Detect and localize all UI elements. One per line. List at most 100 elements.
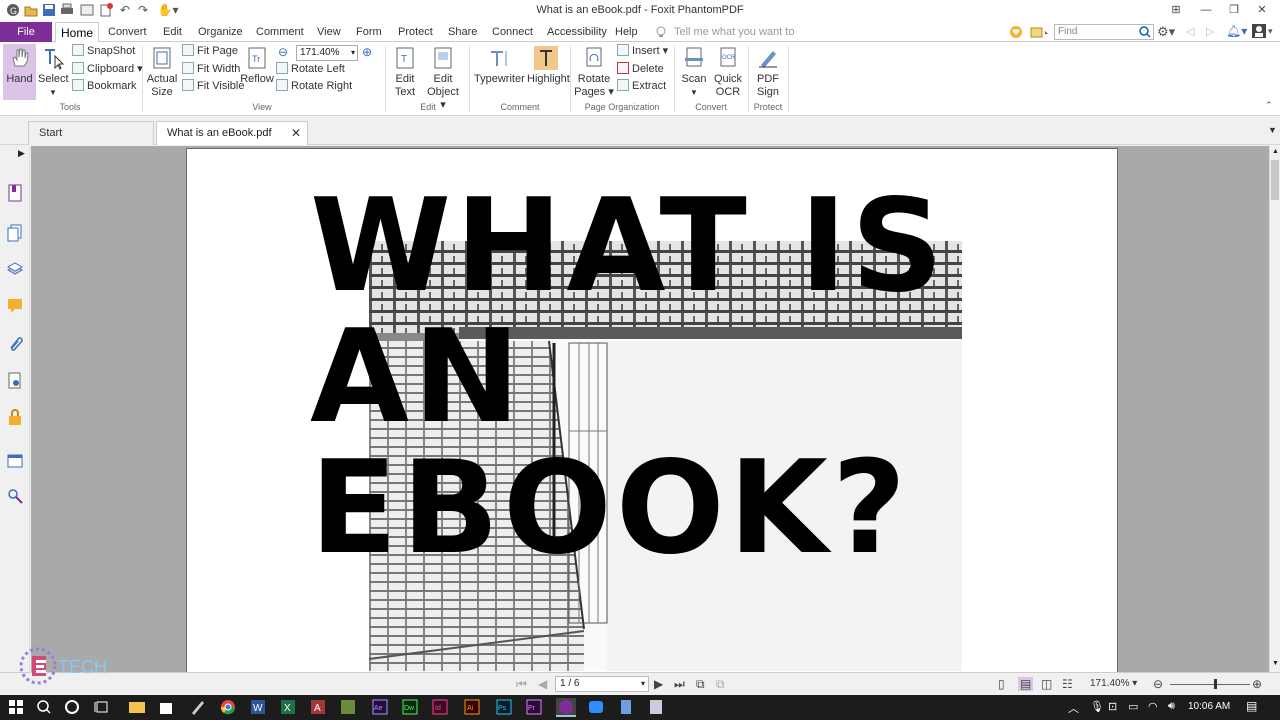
content-panel-icon[interactable]: [7, 452, 23, 470]
zoom-slider-thumb[interactable]: [1214, 679, 1217, 689]
fit-visible-button[interactable]: Fit Visible: [182, 78, 244, 95]
rotate-left-button[interactable]: Rotate Left: [276, 61, 345, 78]
access-icon[interactable]: A: [310, 698, 330, 717]
layers-panel-icon[interactable]: [6, 260, 24, 278]
task-view-icon[interactable]: [94, 698, 114, 717]
tab-file[interactable]: File: [0, 22, 52, 42]
premiere-icon[interactable]: Pr: [526, 698, 546, 717]
highlight-button[interactable]: Highlight: [527, 44, 570, 86]
previous-view-icon[interactable]: ⧉: [696, 677, 705, 692]
ribbon-toggle-icon[interactable]: ⊞: [1162, 2, 1190, 18]
tab-accessibility[interactable]: Accessibility: [547, 22, 607, 42]
after-effects-icon[interactable]: Ae: [372, 698, 392, 717]
zoom-meetings-icon[interactable]: [588, 698, 608, 717]
zoom-select[interactable]: 171.40% ▾: [296, 45, 358, 61]
tell-me-search[interactable]: Tell me what you want to: [674, 22, 794, 42]
status-zoom-in-icon[interactable]: ⊕: [1252, 677, 1262, 691]
insert-button[interactable]: Insert ▾: [617, 43, 668, 60]
snapshot-button[interactable]: SnapShot: [72, 43, 135, 60]
scan-button[interactable]: Scan ▼: [679, 44, 709, 99]
vertical-scrollbar[interactable]: ▲ ▼: [1269, 146, 1280, 672]
close-button[interactable]: ✕: [1248, 2, 1276, 18]
rotate-pages-button[interactable]: Rotate Pages ▾: [574, 44, 614, 99]
reflow-button[interactable]: Tr Reflow: [240, 44, 274, 86]
delete-button[interactable]: Delete: [617, 61, 664, 78]
quick-ocr-button[interactable]: OCR Quick OCR: [713, 44, 743, 99]
select-tool-button[interactable]: Select ▼: [38, 44, 69, 99]
pen-app-icon[interactable]: [190, 698, 210, 717]
tray-overflow-icon[interactable]: ︿: [1068, 700, 1079, 716]
continuous-facing-view-icon[interactable]: ☷: [1062, 677, 1073, 691]
search-folder-icon[interactable]: [1030, 25, 1050, 42]
last-page-icon[interactable]: ⏭: [674, 677, 685, 692]
tab-form[interactable]: Form: [356, 22, 382, 42]
document-app-icon[interactable]: [618, 698, 638, 717]
fit-page-button[interactable]: Fit Page: [182, 43, 238, 60]
tab-current-document[interactable]: What is an eBook.pdf ✕: [156, 121, 308, 145]
next-view-icon[interactable]: ⧉: [716, 677, 725, 692]
chrome-icon[interactable]: [220, 698, 240, 717]
account-icon[interactable]: [1252, 24, 1266, 41]
next-result-icon[interactable]: ▷: [1206, 25, 1214, 38]
action-center-icon[interactable]: ▤: [1246, 699, 1257, 713]
zoom-out-icon[interactable]: ⊖: [278, 45, 288, 59]
signatures-panel-icon[interactable]: [7, 372, 23, 390]
search-icon[interactable]: [1139, 26, 1151, 41]
prev-result-icon[interactable]: ◁: [1186, 25, 1194, 38]
network-icon[interactable]: ⊡: [1108, 700, 1117, 713]
page-number-input[interactable]: 1 / 6 ▾: [555, 676, 649, 692]
cortana-icon[interactable]: [64, 698, 84, 717]
tab-edit[interactable]: Edit: [163, 22, 182, 42]
tab-share[interactable]: Share: [448, 22, 477, 42]
notification-bell-icon[interactable]: 🔔︎▾: [1226, 24, 1247, 38]
next-page-icon[interactable]: ▶: [654, 677, 663, 691]
heart-icon[interactable]: [1009, 25, 1023, 42]
fit-width-button[interactable]: Fit Width: [182, 61, 240, 78]
tab-help[interactable]: Help: [615, 22, 638, 42]
volume-icon[interactable]: 🔊︎: [1168, 700, 1175, 713]
bookmarks-panel-icon[interactable]: [7, 184, 23, 202]
clipboard-button[interactable]: Clipboard ▾: [72, 61, 143, 78]
restore-button[interactable]: ❐: [1220, 2, 1248, 18]
comments-panel-icon[interactable]: [7, 296, 23, 314]
taskbar-clock[interactable]: 10:06 AM: [1188, 701, 1230, 712]
scrollbar-thumb[interactable]: [1271, 160, 1279, 200]
typewriter-button[interactable]: Typewriter: [474, 44, 525, 86]
security-lock-icon[interactable]: [7, 408, 23, 426]
indesign-icon[interactable]: Id: [432, 698, 452, 717]
start-windows-icon[interactable]: [8, 698, 28, 717]
expand-panel-icon[interactable]: ▶: [18, 148, 25, 159]
tab-convert[interactable]: Convert: [108, 22, 147, 42]
tab-organize[interactable]: Organize: [198, 22, 243, 42]
dreamweaver-icon[interactable]: Dw: [402, 698, 422, 717]
microphone-icon[interactable]: 🎙︎: [1090, 700, 1104, 713]
collapse-ribbon-icon[interactable]: ⌃: [1265, 100, 1273, 111]
tab-comment[interactable]: Comment: [256, 22, 304, 42]
wifi-icon[interactable]: ◠: [1148, 700, 1158, 713]
tab-home[interactable]: Home: [55, 22, 99, 43]
zoom-slider[interactable]: [1170, 684, 1250, 685]
tab-start-page[interactable]: Start: [28, 121, 154, 145]
more-menu-icon[interactable]: ▾: [1268, 26, 1273, 37]
tab-view[interactable]: View: [317, 22, 341, 42]
prev-page-icon[interactable]: ◀: [538, 677, 547, 691]
facing-view-icon[interactable]: ◫: [1041, 677, 1052, 691]
photoshop-icon[interactable]: Ps: [496, 698, 516, 717]
zoom-level[interactable]: 171.40% ▾: [1090, 678, 1137, 689]
hand-tool-button[interactable]: Hand: [3, 44, 36, 100]
first-page-icon[interactable]: ⏮: [516, 677, 527, 692]
tab-list-icon[interactable]: ▼: [1268, 125, 1277, 135]
photo-app-icon[interactable]: [340, 698, 360, 717]
attachments-panel-icon[interactable]: [7, 334, 23, 352]
word-icon[interactable]: W: [250, 698, 270, 717]
bookmark-button[interactable]: Bookmark: [72, 78, 137, 95]
tab-protect[interactable]: Protect: [398, 22, 433, 42]
tags-panel-icon[interactable]: [7, 488, 23, 506]
tab-connect[interactable]: Connect: [492, 22, 533, 42]
rotate-right-button[interactable]: Rotate Right: [276, 78, 352, 95]
status-zoom-out-icon[interactable]: ⊖: [1153, 677, 1163, 691]
settings-gear-icon[interactable]: ⚙▾: [1157, 24, 1175, 40]
close-tab-icon[interactable]: ✕: [291, 122, 301, 144]
extract-button[interactable]: Extract: [617, 78, 666, 95]
foxit-phantompdf-taskbar-icon[interactable]: [556, 698, 576, 717]
